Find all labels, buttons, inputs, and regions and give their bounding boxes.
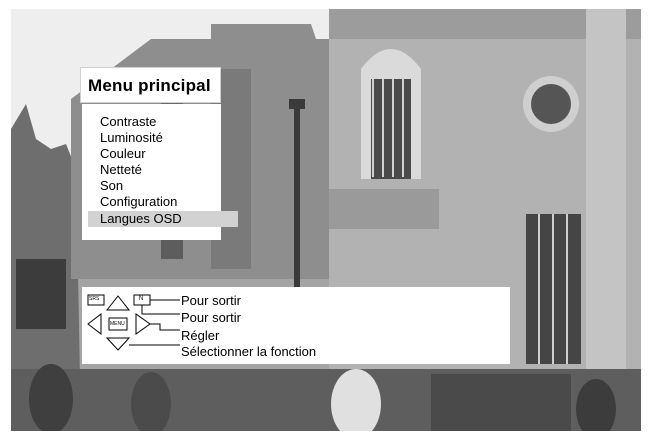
exit-key-label: SRS: [89, 296, 100, 302]
help-line-select: Sélectionner la fonction: [181, 344, 317, 359]
help-line-exit-1: Pour sortir: [181, 293, 241, 308]
up-arrow-icon: [105, 295, 131, 311]
main-menu-list: Contraste Luminosité Couleur Netteté Son…: [82, 104, 238, 240]
navigation-help-panel: SRS N MENU Pour sortir Pour sortir Régle…: [82, 287, 510, 364]
right-arrow-icon: [135, 313, 151, 335]
tv-screen: Menu principal Contraste Luminosité Coul…: [0, 0, 655, 436]
help-line-exit-2: Pour sortir: [181, 310, 241, 325]
menu-item-nettete[interactable]: Netteté: [100, 162, 142, 178]
menu-item-luminosite[interactable]: Luminosité: [100, 130, 163, 146]
menu-item-couleur[interactable]: Couleur: [100, 146, 146, 162]
left-arrow-icon: [87, 312, 102, 336]
menu-key-label: MENU: [110, 321, 125, 327]
main-menu-title-box: Menu principal: [80, 67, 221, 103]
down-arrow-icon: [105, 337, 131, 351]
main-menu-title: Menu principal: [88, 76, 211, 95]
menu-item-son[interactable]: Son: [100, 178, 123, 194]
menu-item-configuration[interactable]: Configuration: [100, 194, 177, 210]
n-key-label: N: [139, 296, 144, 302]
menu-item-contraste[interactable]: Contraste: [100, 114, 156, 130]
help-line-adjust: Régler: [181, 328, 220, 343]
menu-item-langues-osd[interactable]: Langues OSD: [88, 211, 238, 227]
